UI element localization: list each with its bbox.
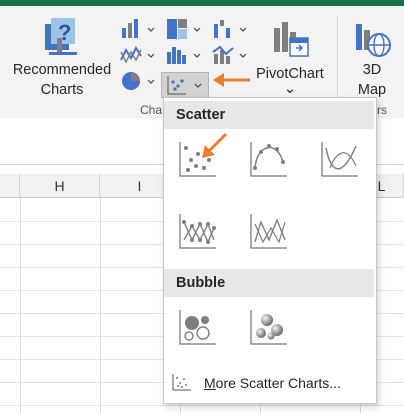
chevron-down-icon[interactable] [147,78,155,86]
scatter-chart-icon [167,76,186,95]
svg-text:?: ? [58,20,71,45]
annotation-arrow-icon [213,73,250,87]
combo-chart-icon[interactable] [212,44,234,66]
statistic-chart-icon[interactable] [166,44,188,66]
annotation-arrow-icon [202,132,228,158]
pivotchart-icon [274,22,309,57]
column-header-h[interactable]: H [20,174,100,198]
chevron-down-icon[interactable] [239,52,247,60]
scatter-chart-button[interactable] [161,72,209,98]
more-link-text: ore Scatter Charts... [215,375,341,391]
chevron-down-icon [194,83,202,88]
tours-group-label: rs [377,103,387,117]
chevron-down-icon[interactable] [193,26,201,34]
waterfall-chart-icon[interactable] [212,18,234,40]
column-chart-icon[interactable] [120,18,142,40]
recommended-charts-button[interactable]: ? Recommended Charts [8,12,116,104]
pie-chart-icon[interactable] [120,70,142,92]
scatter-smooth-lines-icon[interactable] [318,138,362,182]
column-header-g[interactable] [0,174,20,198]
chevron-down-icon[interactable] [193,52,201,60]
line-chart-icon[interactable] [120,44,142,66]
recommended-charts-label-2: Charts [40,82,84,98]
scatter-chart-dropdown: Scatter Bubble More Scatter Charts... [163,97,377,404]
3d-map-button[interactable]: 3D Map ⌄ [344,12,400,112]
more-link-prefix: M [204,375,216,391]
hierarchy-chart-icon[interactable] [166,18,188,40]
pivotchart-caret: ⌄ [283,81,297,97]
gridline [100,198,101,413]
bubble-icon[interactable] [176,306,220,350]
gridline [20,198,21,413]
bubble-section-header: Bubble [164,269,374,297]
recommended-charts-icon: ? [45,18,77,55]
3d-bubble-icon[interactable] [247,306,291,350]
recommended-charts-label-1: Recommended [12,62,112,78]
scatter-smooth-lines-markers-icon[interactable] [247,138,291,182]
charts-group-label: Cha [140,103,163,117]
3d-map-label-1: 3D [362,62,382,78]
pivotchart-button[interactable]: PivotChart ⌄ [252,12,328,104]
more-scatter-charts-icon [172,374,191,391]
chevron-down-icon[interactable] [147,26,155,34]
3d-map-icon [356,24,391,57]
chevron-down-icon[interactable] [239,26,247,34]
scatter-straight-lines-markers-icon[interactable] [176,210,220,254]
gridline [0,405,404,406]
scatter-section-header: Scatter [164,101,374,129]
scatter-straight-lines-icon[interactable] [247,210,291,254]
more-scatter-charts-link[interactable]: More Scatter Charts... [204,375,341,391]
chevron-down-icon[interactable] [147,52,155,60]
